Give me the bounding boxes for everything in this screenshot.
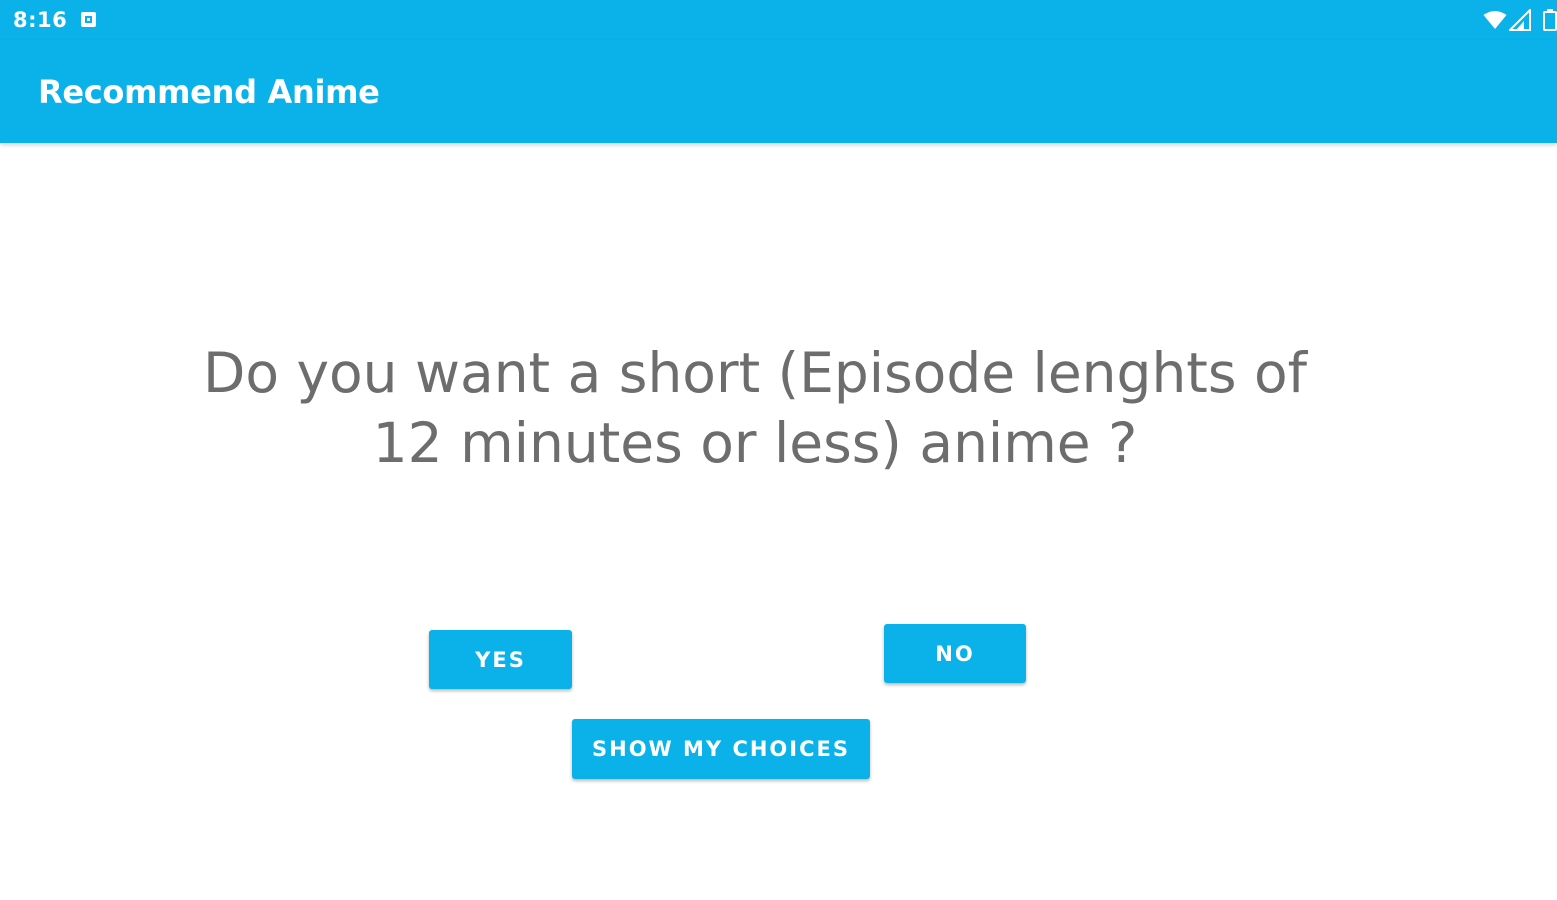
question-line-2: 12 minutes or less) anime ?	[372, 411, 1138, 475]
yes-button[interactable]: YES	[429, 630, 572, 689]
battery-icon	[1543, 9, 1557, 31]
status-icons	[1477, 8, 1557, 32]
status-time: 8:16	[13, 8, 68, 32]
status-bar: 8:16	[0, 0, 1557, 40]
show-my-choices-button[interactable]: SHOW MY CHOICES	[572, 719, 870, 779]
app-toolbar: Recommend Anime	[0, 40, 1557, 143]
question-text: Do you want a short (Episode lenghts of …	[180, 338, 1330, 478]
no-button[interactable]: NO	[884, 624, 1026, 683]
app-title: Recommend Anime	[38, 73, 380, 111]
wifi-icon	[1483, 11, 1507, 29]
cell-signal-icon	[1509, 9, 1531, 31]
app-screen: 8:16 Recommend Anime Do you want a short…	[0, 0, 1557, 900]
app-notification-icon	[81, 12, 96, 27]
question-line-1: Do you want a short (Episode lenghts of	[202, 341, 1308, 405]
